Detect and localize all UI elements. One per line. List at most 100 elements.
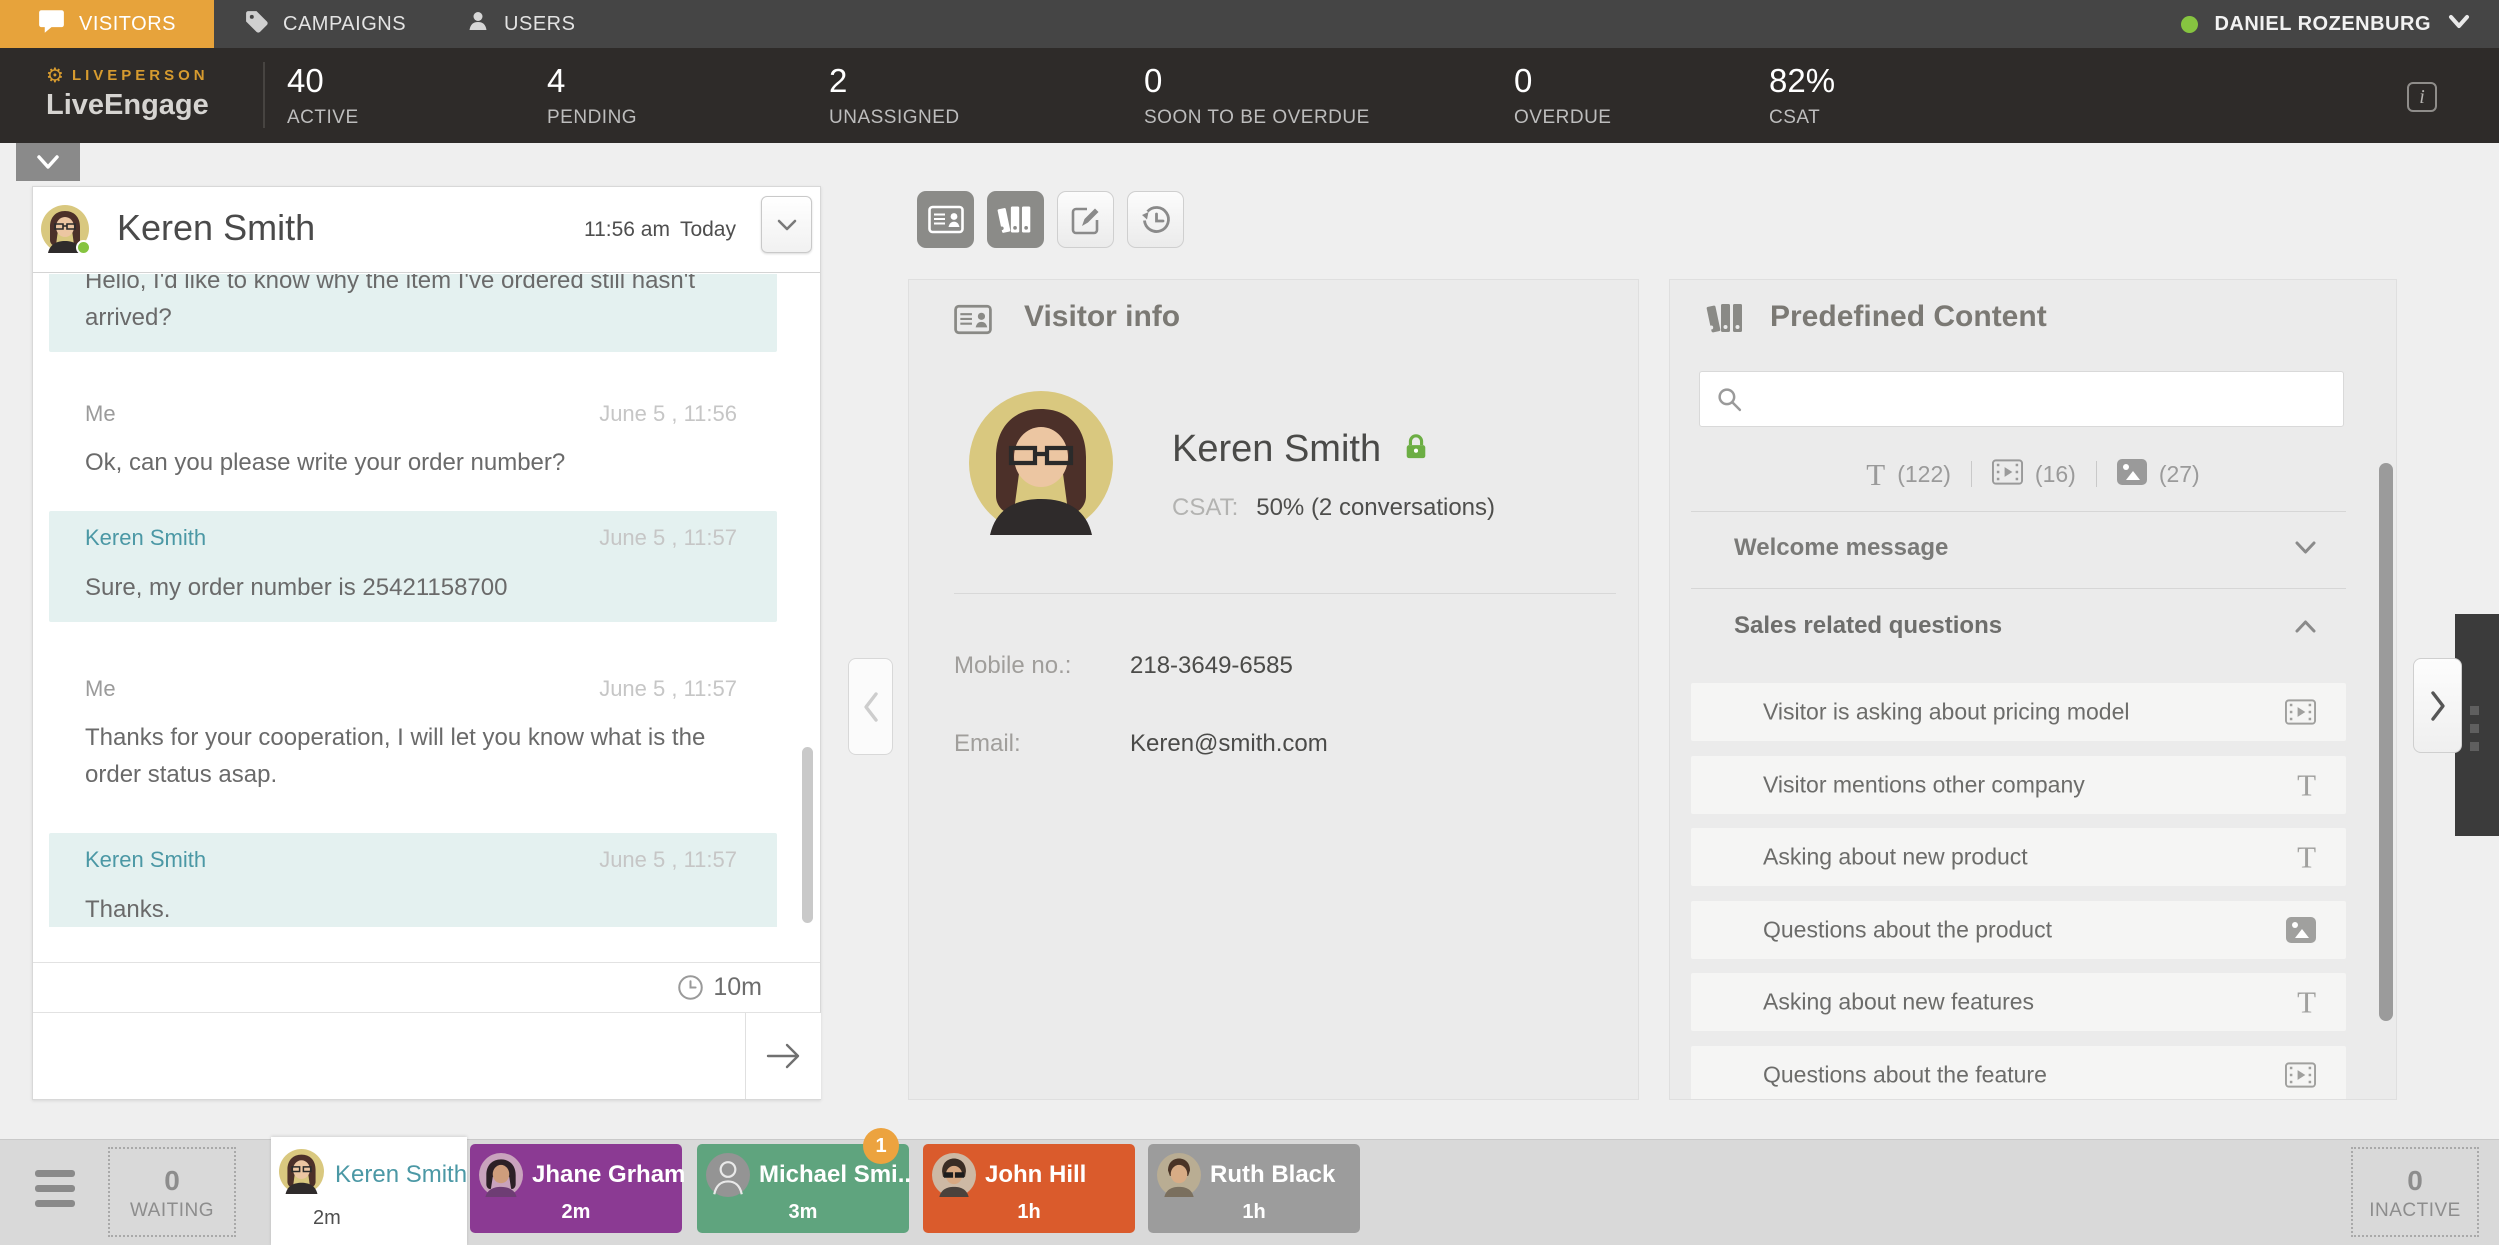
- predefined-content-panel: Predefined Content T (122) (16) (27) Wel…: [1669, 279, 2397, 1100]
- conversation-tab-ruth-black[interactable]: Ruth Black 1h: [1148, 1144, 1360, 1233]
- message-bubble: Hello, I'd like to know why the item I'v…: [49, 274, 777, 352]
- chat-bubble-icon: [38, 8, 65, 41]
- video-icon: [2285, 699, 2316, 725]
- panel-title: Predefined Content: [1770, 300, 2047, 333]
- field-label: Email:: [954, 730, 1021, 757]
- text-icon: T: [2297, 984, 2316, 1020]
- conversation-timer: 10m: [33, 962, 820, 1013]
- panel-scrollbar[interactable]: [2379, 463, 2393, 1021]
- field-value: 218-3649-6585: [1130, 652, 1293, 679]
- stats-collapse-button[interactable]: [16, 143, 80, 181]
- video-icon: [1991, 458, 2023, 490]
- history-icon: [1141, 205, 1170, 233]
- send-button[interactable]: [745, 1013, 821, 1099]
- chevron-left-icon: [863, 691, 878, 722]
- nav-tab-users[interactable]: USERS: [436, 0, 605, 48]
- nav-tab-label: USERS: [504, 12, 576, 35]
- visitor-csat: CSAT: 50% (2 conversations): [1172, 494, 1496, 521]
- filter-video[interactable]: (16): [1991, 458, 2076, 490]
- conversation-tab-jhane-grham[interactable]: Jhane Grham 2m: [470, 1144, 685, 1233]
- brand-logo: ⚙ LIVEPERSON LiveEngage: [46, 63, 209, 122]
- nav-tab-campaigns[interactable]: CAMPAIGNS: [214, 0, 436, 48]
- message-input[interactable]: [33, 1013, 745, 1099]
- chevron-down-icon: [37, 155, 59, 169]
- stat-csat: 82% CSAT: [1769, 62, 1836, 128]
- stat-active: 40 ACTIVE: [287, 62, 359, 128]
- user-name: DANIEL ROZENBURG: [2214, 12, 2431, 35]
- content-item[interactable]: Questions about the feature: [1691, 1046, 2346, 1099]
- content-item[interactable]: Visitor mentions other company T: [1691, 756, 2346, 814]
- field-value: Keren@smith.com: [1130, 730, 1328, 757]
- text-icon: T: [2297, 767, 2316, 803]
- video-icon: [2285, 1062, 2316, 1088]
- info-icon[interactable]: i: [2407, 82, 2437, 112]
- conversation-actions-dropdown[interactable]: [761, 196, 812, 253]
- nav-tab-label: CAMPAIGNS: [283, 12, 407, 35]
- text-icon: T: [2297, 839, 2316, 875]
- id-card-icon: [954, 304, 992, 340]
- visitor-name: Keren Smith: [1172, 428, 1382, 470]
- filter-image[interactable]: (27): [2116, 458, 2200, 490]
- image-icon: [2116, 458, 2147, 490]
- conversation-tab-john-hill[interactable]: John Hill 1h: [923, 1144, 1135, 1233]
- online-status-dot: [76, 240, 91, 255]
- message-bubble: Keren Smith June 5 , 11:57 Thanks.: [49, 833, 777, 927]
- filter-text[interactable]: T (122): [1866, 459, 1951, 490]
- conversation-bar: 0 WAITING Keren Smith 2m Jhane Grham 2m …: [0, 1128, 2499, 1245]
- chat-panel: Keren Smith 11:56 am Today Hello, I'd lik…: [32, 186, 821, 1100]
- nav-tab-visitors[interactable]: VISITORS: [0, 0, 214, 48]
- app-root: VISITORS CAMPAIGNS USERS DANIEL ROZENBUR…: [0, 0, 2499, 1245]
- user-menu[interactable]: DANIEL ROZENBURG: [2181, 0, 2499, 48]
- panel-title: Visitor info: [1024, 300, 1181, 333]
- search-input[interactable]: [1756, 372, 2335, 426]
- brand-top-text: LIVEPERSON: [71, 66, 209, 84]
- drag-handle-dots: [2470, 724, 2479, 733]
- chat-scrollbar[interactable]: [802, 747, 813, 923]
- message-list[interactable]: Hello, I'd like to know why the item I'v…: [33, 274, 820, 927]
- arrow-right-icon: [766, 1043, 799, 1069]
- section-welcome-message[interactable]: Welcome message: [1691, 524, 2346, 572]
- lock-icon: [1403, 432, 1429, 467]
- id-card-icon: [927, 205, 964, 234]
- compose-note-button[interactable]: [1057, 191, 1114, 248]
- visitor-info-toggle-button[interactable]: [917, 191, 974, 248]
- chevron-down-icon: [777, 219, 796, 230]
- user-icon: [466, 9, 490, 39]
- nav-tab-label: VISITORS: [79, 12, 176, 35]
- stat-pending: 4 PENDING: [547, 62, 638, 128]
- conversation-tab-michael-smith[interactable]: 1 Michael Smi.. 3m: [697, 1128, 911, 1233]
- widget-toolbar: [917, 191, 1184, 248]
- content-type-filters: T (122) (16) (27): [1670, 452, 2396, 496]
- brand-bottom-text: LiveEngage: [46, 89, 209, 121]
- content-item[interactable]: Asking about new features T: [1691, 973, 2346, 1031]
- drag-handle-dots: [2470, 742, 2479, 751]
- brand-divider: [263, 62, 265, 128]
- divider: [954, 593, 1616, 594]
- content-item[interactable]: Asking about new product T: [1691, 828, 2346, 886]
- chevron-down-icon: [2447, 14, 2471, 35]
- predefined-content-toggle-button[interactable]: [987, 191, 1044, 248]
- avatar: [41, 205, 91, 255]
- expand-dock-button[interactable]: [2413, 658, 2462, 753]
- section-sales-related-questions[interactable]: Sales related questions: [1691, 602, 2346, 650]
- history-button[interactable]: [1127, 191, 1184, 248]
- chevron-down-icon: [2293, 540, 2346, 556]
- visitor-info-panel: Visitor info Keren Smith CSAT: 50% (2 co…: [908, 279, 1639, 1100]
- waiting-slot[interactable]: 0 WAITING: [108, 1147, 236, 1237]
- compose-icon: [1071, 207, 1098, 234]
- top-nav: VISITORS CAMPAIGNS USERS DANIEL ROZENBUR…: [0, 0, 2499, 48]
- chat-header: Keren Smith 11:56 am Today: [33, 187, 820, 273]
- avatar: [932, 1153, 976, 1197]
- message-bubble: Me June 5 , 11:57 Thanks for your coopera…: [85, 676, 737, 788]
- conversation-tab-keren-smith[interactable]: Keren Smith 2m: [271, 1137, 467, 1245]
- content-item[interactable]: Questions about the product: [1691, 901, 2346, 959]
- hamburger-menu-icon[interactable]: [35, 1170, 75, 1215]
- inactive-slot[interactable]: 0 INACTIVE: [2351, 1147, 2479, 1237]
- visitor-name-row: Keren Smith: [1172, 428, 1429, 471]
- search-box: [1699, 371, 2344, 427]
- divider: [1691, 511, 2346, 512]
- collapse-chat-button[interactable]: [848, 658, 893, 755]
- field-label: Mobile no.:: [954, 652, 1072, 679]
- message-bubble: Me June 5 , 11:56 Ok, can you please writ…: [85, 401, 737, 476]
- content-item[interactable]: Visitor is asking about pricing model: [1691, 683, 2346, 741]
